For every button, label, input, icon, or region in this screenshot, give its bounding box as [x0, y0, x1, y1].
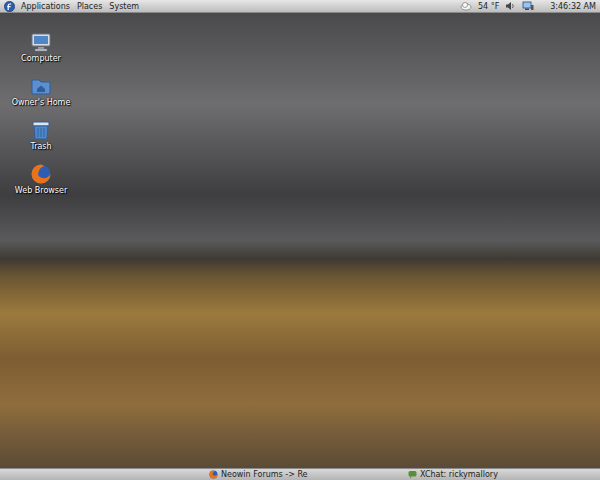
panel-menu[interactable]: Applications — [20, 2, 71, 11]
trash-icon — [30, 119, 52, 141]
home-folder-icon — [30, 75, 52, 97]
taskbar-button[interactable]: Neowin Forums -> Re — [205, 469, 398, 480]
desktop-icon[interactable]: Owner's Home — [14, 75, 68, 107]
wallpaper: Computer Owner's Home Trash Web Browser — [0, 13, 600, 468]
computer-icon — [30, 31, 52, 53]
firefox-icon — [30, 163, 52, 185]
network-icon[interactable] — [522, 1, 534, 11]
xchat-icon — [408, 470, 417, 479]
desktop-icon[interactable]: Trash — [14, 119, 68, 151]
fedora-logo-icon[interactable] — [4, 1, 15, 12]
taskbar-button[interactable]: XChat: rickymallory — [404, 469, 597, 480]
firefox-icon — [209, 470, 218, 479]
top-panel: Applications Places System 54 °F 3:46:32 AM — [0, 0, 600, 13]
panel-menu[interactable]: Places — [76, 2, 103, 11]
desktop-icon[interactable]: Computer — [14, 31, 68, 63]
volume-icon[interactable] — [505, 1, 516, 11]
bottom-panel: Neowin Forums -> Re XChat: rickymallory — [0, 468, 600, 480]
panel-clock[interactable]: 3:46:32 AM — [550, 2, 596, 11]
weather-cloud-icon[interactable] — [460, 1, 472, 11]
panel-menu[interactable]: System — [108, 2, 140, 11]
weather-temperature[interactable]: 54 °F — [478, 2, 499, 11]
desktop-icon[interactable]: Web Browser — [14, 163, 68, 195]
desktop: Applications Places System 54 °F 3:46:32 AM C… — [0, 0, 600, 480]
